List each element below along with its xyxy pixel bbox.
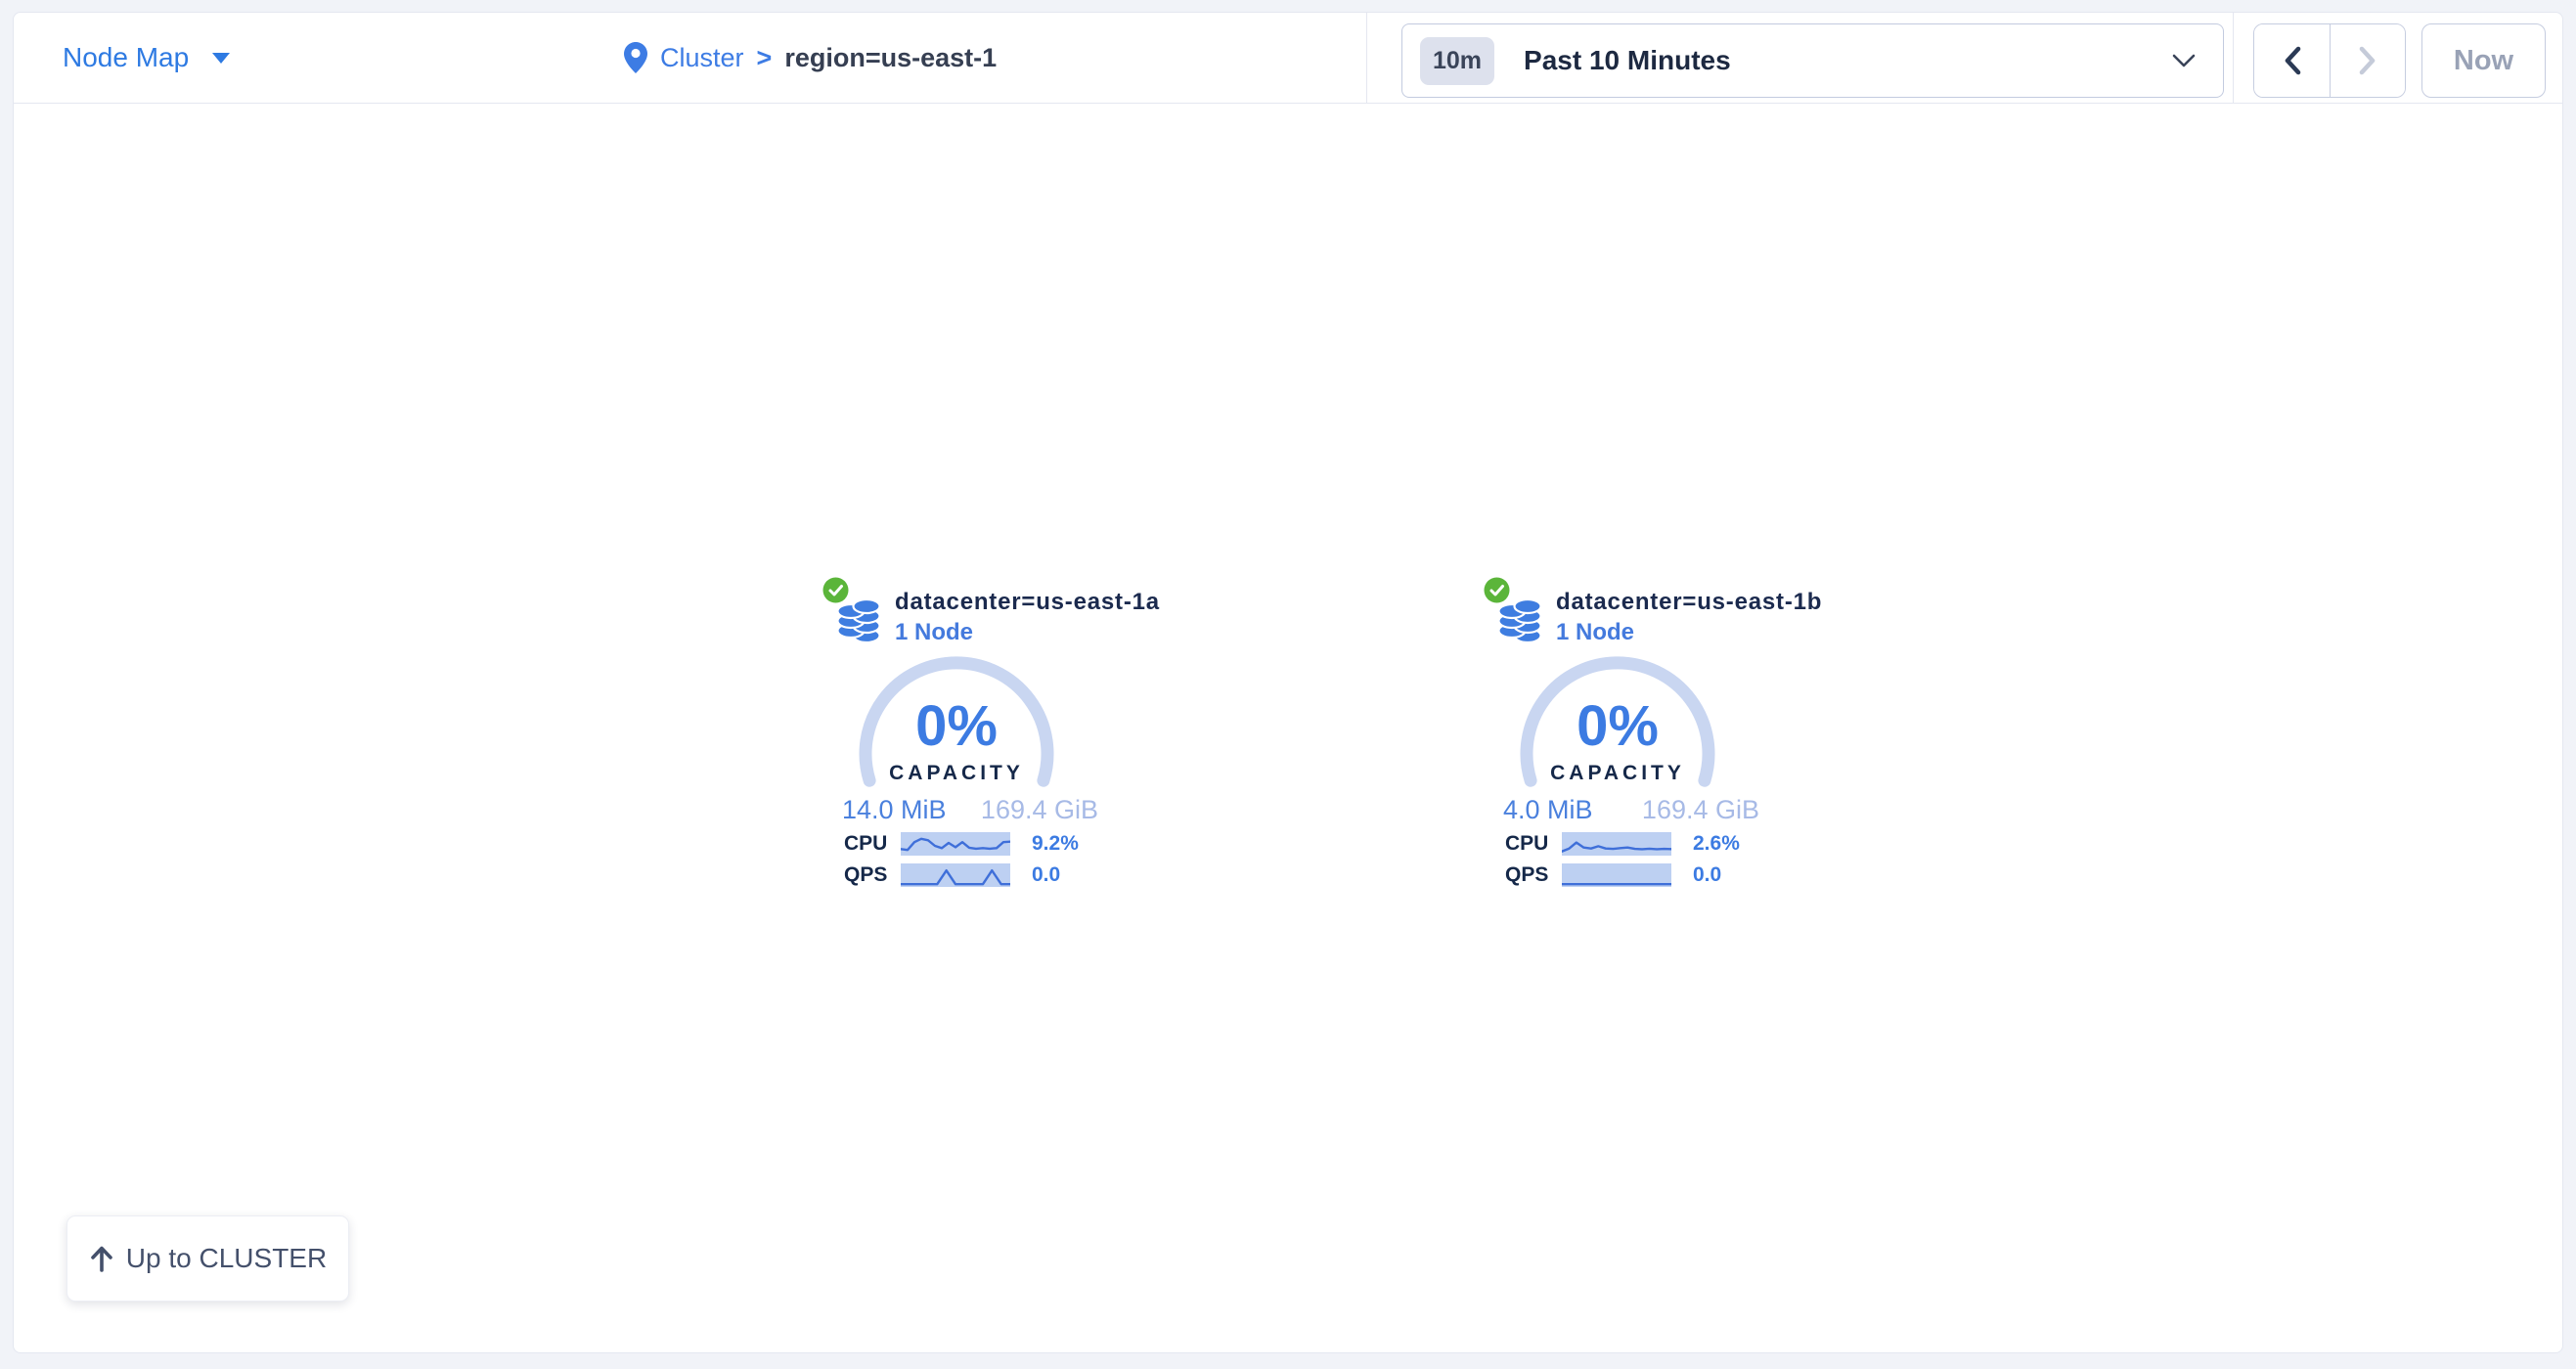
- capacity-values: 4.0 MiB 169.4 GiB: [1503, 795, 1759, 825]
- qps-sparkline: [901, 863, 1010, 887]
- datacenter-icon: [1498, 595, 1543, 643]
- capacity-used: 4.0 MiB: [1503, 795, 1593, 825]
- cpu-label: CPU: [1505, 832, 1562, 856]
- capacity-total: 169.4 GiB: [981, 795, 1098, 825]
- datacenter-title: datacenter=us-east-1a: [895, 589, 1160, 616]
- now-button[interactable]: Now: [2421, 23, 2546, 98]
- capacity-percentage: 0%: [1520, 693, 1715, 759]
- arrow-up-icon: [89, 1245, 114, 1272]
- capacity-percentage: 0%: [859, 693, 1054, 759]
- cpu-metric-row: CPU 2.6%: [1505, 831, 1775, 857]
- qps-metric-row: QPS 0.0: [844, 862, 1114, 888]
- capacity-total: 169.4 GiB: [1642, 795, 1759, 825]
- time-forward-button[interactable]: [2330, 24, 2405, 97]
- datacenter-node-count: 1 Node: [895, 619, 973, 646]
- cpu-value: 9.2%: [1032, 832, 1079, 856]
- capacity-values: 14.0 MiB 169.4 GiB: [842, 795, 1098, 825]
- up-to-cluster-button[interactable]: Up to CLUSTER: [67, 1215, 349, 1302]
- view-selector-dropdown[interactable]: Node Map: [63, 13, 230, 103]
- time-range-dropdown[interactable]: 10m Past 10 Minutes: [1401, 23, 2224, 98]
- time-back-button[interactable]: [2254, 24, 2330, 97]
- breadcrumb-cluster-link[interactable]: Cluster: [660, 43, 744, 73]
- cpu-sparkline: [901, 832, 1010, 856]
- up-to-cluster-label: Up to CLUSTER: [126, 1243, 327, 1274]
- capacity-label: CAPACITY: [1520, 762, 1715, 785]
- cpu-value: 2.6%: [1693, 832, 1740, 856]
- header-divider: [1366, 13, 1367, 103]
- cpu-label: CPU: [844, 832, 901, 856]
- time-nav-group: [2253, 23, 2406, 98]
- breadcrumb-current: region=us-east-1: [784, 43, 997, 73]
- header-bar: Node Map Cluster > region=us-east-1 10m …: [14, 13, 2562, 104]
- qps-value: 0.0: [1032, 863, 1060, 887]
- capacity-used: 14.0 MiB: [842, 795, 947, 825]
- time-range-label: Past 10 Minutes: [1524, 45, 1731, 76]
- datacenter-icon: [837, 595, 882, 643]
- cpu-sparkline: [1562, 832, 1671, 856]
- datacenter-node-count: 1 Node: [1556, 619, 1634, 646]
- chevron-left-icon: [2283, 46, 2302, 75]
- qps-label: QPS: [844, 863, 901, 887]
- qps-sparkline: [1562, 863, 1671, 887]
- header-divider: [2233, 13, 2234, 103]
- datacenter-title: datacenter=us-east-1b: [1556, 589, 1822, 616]
- chevron-right-icon: [2358, 46, 2377, 75]
- caret-down-icon: [212, 53, 230, 64]
- capacity-label: CAPACITY: [859, 762, 1054, 785]
- node-map-panel: Node Map Cluster > region=us-east-1 10m …: [13, 12, 2563, 1353]
- datacenter-group-us-east-1b[interactable]: datacenter=us-east-1b 1 Node 0% CAPACITY…: [1482, 570, 1775, 903]
- breadcrumb: Cluster > region=us-east-1: [624, 13, 997, 103]
- qps-label: QPS: [1505, 863, 1562, 887]
- chevron-down-icon: [2172, 54, 2196, 67]
- breadcrumb-separator: >: [757, 43, 773, 73]
- qps-metric-row: QPS 0.0: [1505, 862, 1775, 888]
- location-pin-icon: [624, 42, 647, 73]
- qps-value: 0.0: [1693, 863, 1721, 887]
- time-range-badge: 10m: [1420, 37, 1494, 85]
- datacenter-group-us-east-1a[interactable]: datacenter=us-east-1a 1 Node 0% CAPACITY…: [821, 570, 1114, 903]
- view-selector-label: Node Map: [63, 42, 189, 73]
- cpu-metric-row: CPU 9.2%: [844, 831, 1114, 857]
